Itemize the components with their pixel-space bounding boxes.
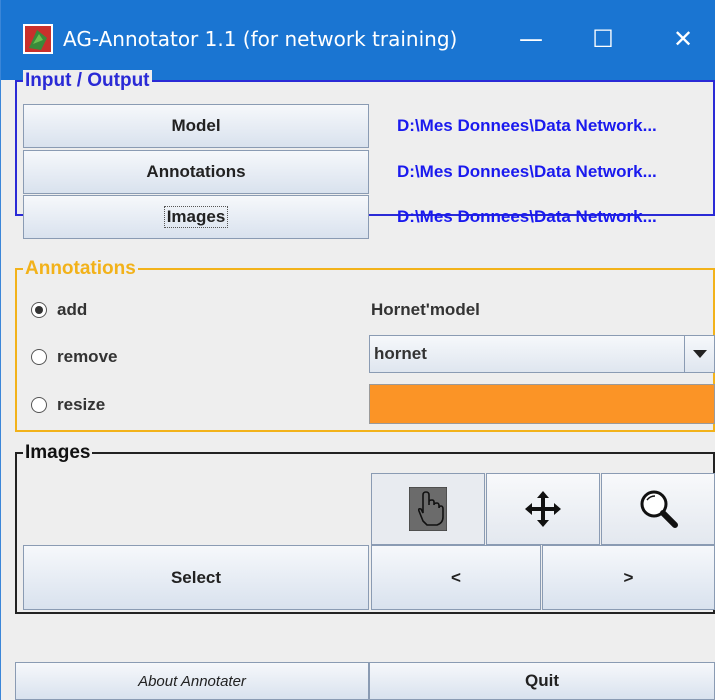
about-button[interactable]: About Annotater (15, 662, 369, 700)
app-window: AG-Annotator 1.1 (for network training) … (0, 0, 715, 700)
select-images-button[interactable]: Select (23, 545, 369, 610)
mode-resize-label: resize (57, 395, 106, 414)
annotations-button[interactable]: Annotations (23, 150, 369, 194)
hand-tool-button[interactable] (371, 473, 485, 545)
mode-add-radio[interactable]: add (31, 300, 87, 320)
magnifier-icon (640, 490, 678, 528)
title-bar[interactable]: AG-Annotator 1.1 (for network training) … (1, 0, 715, 80)
move-tool-button[interactable] (486, 473, 600, 545)
radio-unselected-icon (31, 349, 47, 365)
mode-remove-radio[interactable]: remove (31, 347, 117, 367)
chevron-down-icon[interactable] (684, 336, 714, 372)
radio-unselected-icon (31, 397, 47, 413)
minimize-button[interactable]: — (501, 16, 561, 62)
model-button[interactable]: Model (23, 104, 369, 148)
images-button-label: Images (163, 206, 229, 228)
images-path: D:\Mes Donnees\Data Network... (397, 207, 657, 226)
window-title: AG-Annotator 1.1 (for network training) (63, 27, 458, 51)
io-group-legend: Input / Output (23, 70, 152, 92)
move-arrows-icon (525, 491, 561, 527)
about-button-label: About Annotater (138, 672, 246, 690)
class-select-value: hornet (374, 344, 427, 363)
class-color-swatch[interactable] (369, 384, 715, 424)
model-path: D:\Mes Donnees\Data Network... (397, 116, 657, 135)
next-image-button[interactable]: > (542, 545, 715, 610)
hand-pointer-icon (409, 487, 447, 531)
class-select[interactable]: hornet (369, 335, 715, 373)
mode-remove-label: remove (57, 347, 118, 366)
mode-resize-radio[interactable]: resize (31, 395, 105, 415)
quit-button[interactable]: Quit (369, 662, 715, 700)
previous-image-button[interactable]: < (371, 545, 541, 610)
mode-add-label: add (57, 300, 88, 319)
model-name-label: Hornet'model (371, 300, 480, 319)
zoom-tool-button[interactable] (601, 473, 715, 545)
annotations-path: D:\Mes Donnees\Data Network... (397, 162, 657, 181)
images-button[interactable]: Images (23, 195, 369, 239)
radio-selected-icon (31, 302, 47, 318)
close-button[interactable]: ✕ (653, 16, 713, 62)
maximize-button[interactable]: ☐ (573, 16, 633, 62)
images-group-legend: Images (23, 442, 93, 464)
annotations-group-legend: Annotations (23, 258, 138, 280)
app-logo-icon (23, 24, 53, 54)
